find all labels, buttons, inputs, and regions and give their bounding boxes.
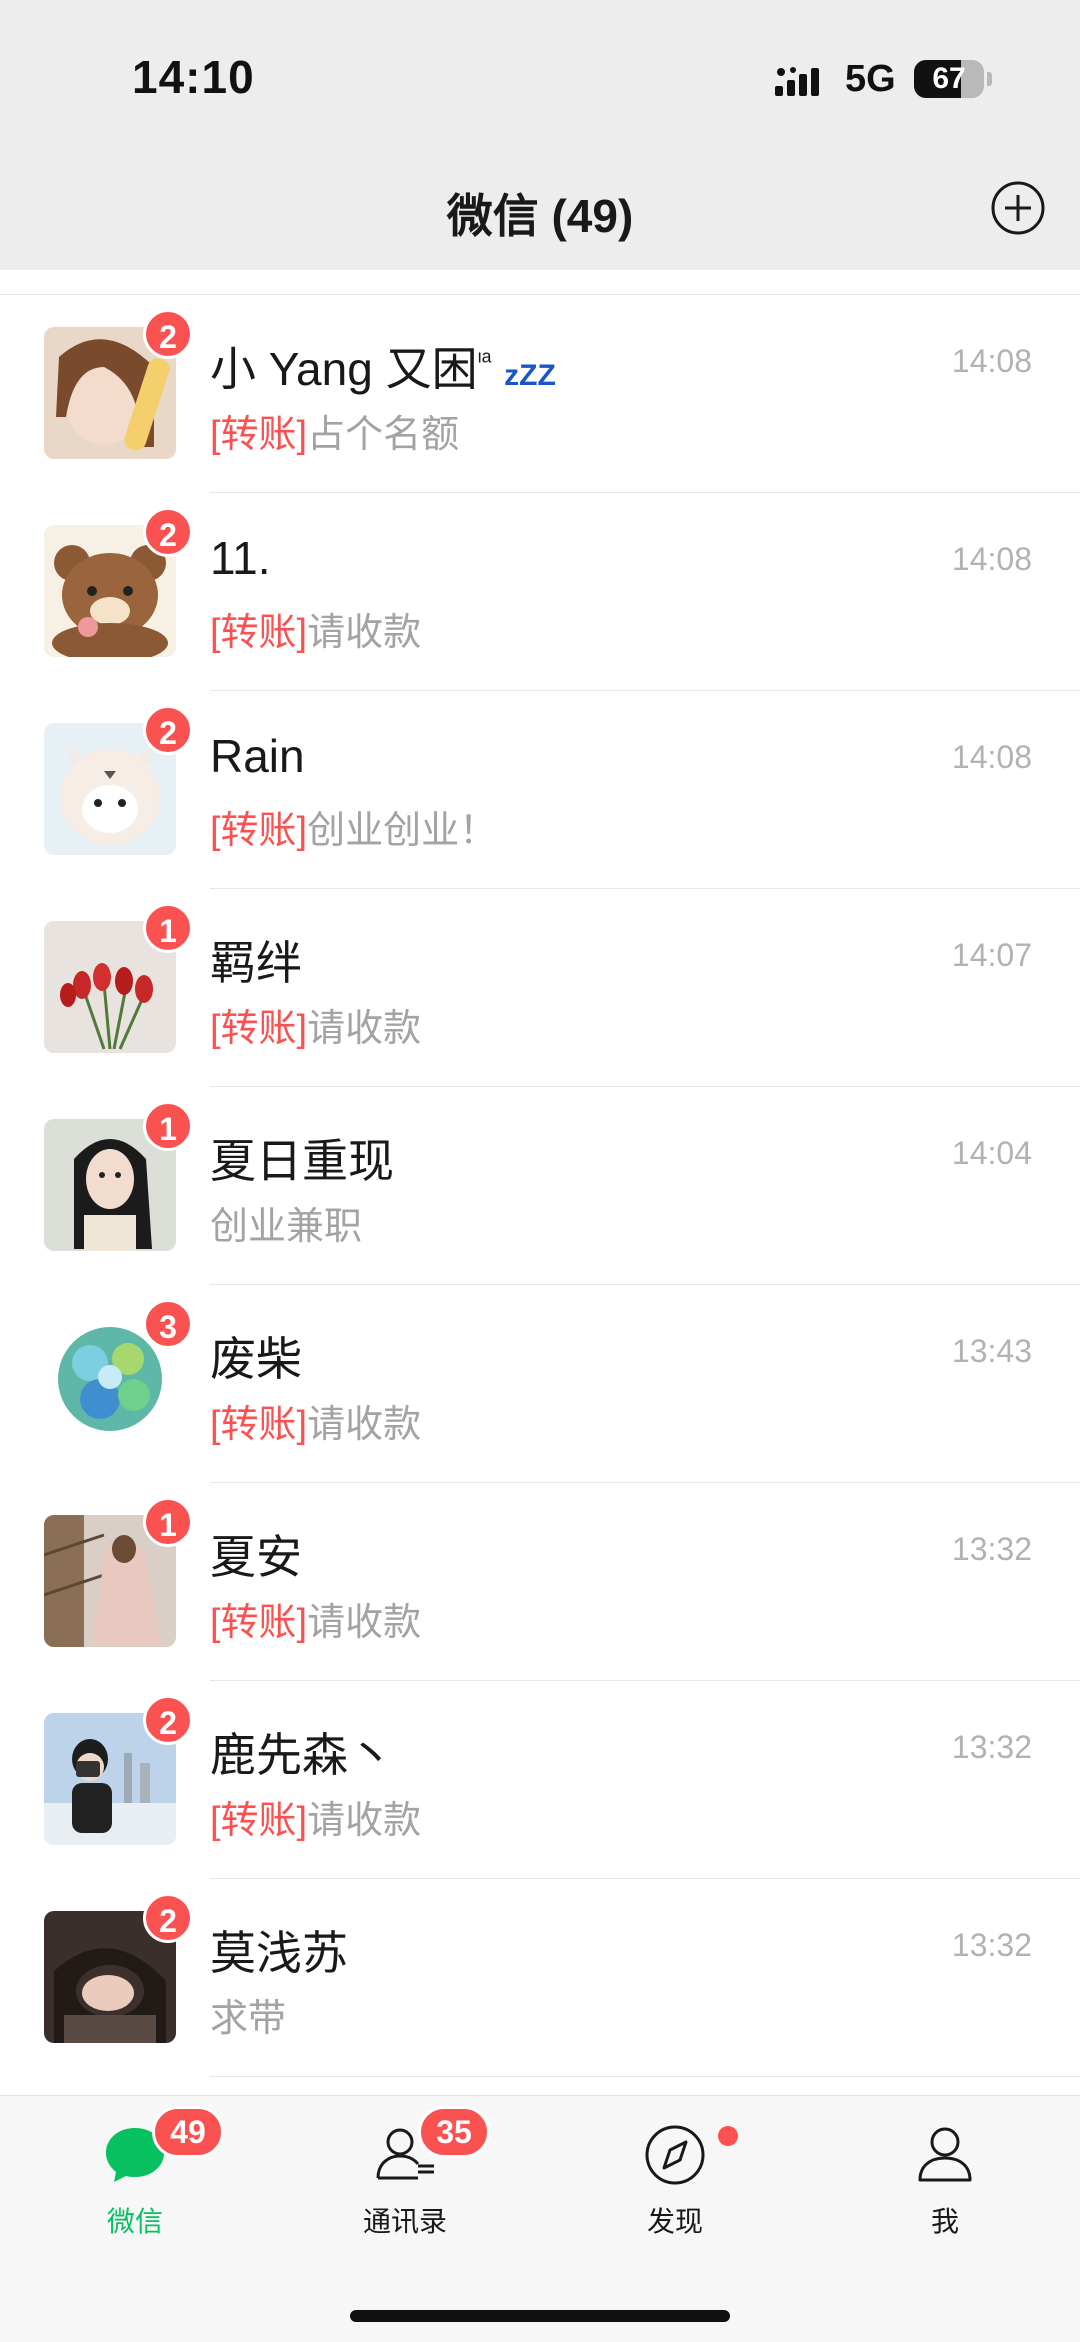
chat-time: 13:32 bbox=[951, 1531, 1032, 1567]
unread-badge: 1 bbox=[143, 1497, 193, 1547]
chat-row[interactable]: 2 莫浅苏 13:32 求带 bbox=[0, 1879, 1080, 2077]
chat-time: 14:07 bbox=[951, 937, 1032, 973]
chat-time: 13:32 bbox=[951, 1927, 1032, 1963]
unread-badge: 1 bbox=[143, 903, 193, 953]
tab-label: 我 bbox=[930, 2206, 959, 2237]
battery-icon: 67 bbox=[914, 60, 984, 98]
preview-text: 创业创业！ bbox=[307, 810, 498, 852]
chat-time: 14:08 bbox=[951, 739, 1032, 775]
divider bbox=[210, 2076, 1080, 2077]
unread-badge: 2 bbox=[143, 705, 193, 755]
tab-me[interactable]: 我 bbox=[810, 2096, 1080, 2266]
chat-list[interactable]: 2 小 Yang 又困ᶦᵃ zZZ 14:08 [转账]占个名额 2 11. 1… bbox=[0, 270, 1080, 2095]
page-title: 微信 (49) bbox=[446, 190, 634, 242]
preview-text: 求带 bbox=[210, 1998, 287, 2040]
preview-text: 占个名额 bbox=[307, 414, 460, 456]
chat-preview: [转账]占个名额 bbox=[210, 403, 459, 458]
status-time: 14:10 bbox=[132, 51, 255, 103]
cellular-signal-icon bbox=[775, 67, 819, 96]
preview-text: 请收款 bbox=[307, 612, 422, 654]
transfer-tag: [转账] bbox=[210, 1602, 308, 1644]
chat-row[interactable]: 1 夏安 13:32 [转账]请收款 bbox=[0, 1483, 1080, 1681]
chat-name: 夏安 bbox=[210, 1531, 302, 1583]
network-type: 5G bbox=[845, 58, 896, 100]
preview-text: 请收款 bbox=[307, 1404, 422, 1446]
chat-row[interactable]: 2 小 Yang 又困ᶦᵃ zZZ 14:08 [转账]占个名额 bbox=[0, 295, 1080, 493]
unread-badge: 2 bbox=[143, 1893, 193, 1943]
status-bar: 14:10 5G 67 bbox=[0, 0, 1080, 150]
battery-level: 67 bbox=[932, 62, 966, 95]
preview-text: 请收款 bbox=[307, 1602, 422, 1644]
chat-name: 11. bbox=[210, 532, 271, 584]
chat-name: 莫浅苏 bbox=[210, 1927, 348, 1979]
unread-badge: 2 bbox=[143, 507, 193, 557]
unread-badge: 2 bbox=[143, 309, 193, 359]
tab-badge: 49 bbox=[152, 2106, 224, 2158]
compass-icon bbox=[645, 2125, 705, 2185]
tab-label: 通讯录 bbox=[362, 2206, 447, 2237]
nav-bar: 微信 (49) bbox=[0, 150, 1080, 270]
tab-label: 发现 bbox=[646, 2206, 703, 2237]
chat-time: 14:04 bbox=[951, 1135, 1032, 1171]
chat-name: 鹿先森丶 bbox=[210, 1729, 394, 1781]
plus-circle-icon[interactable] bbox=[990, 180, 1046, 236]
chat-time: 13:43 bbox=[951, 1333, 1032, 1369]
chat-name: 夏日重现 bbox=[210, 1135, 394, 1187]
chat-row[interactable]: 2 11. 14:08 [转账]请收款 bbox=[0, 493, 1080, 691]
chat-row[interactable]: 3 废柴 13:43 [转账]请收款 bbox=[0, 1285, 1080, 1483]
transfer-tag: [转账] bbox=[210, 1008, 308, 1050]
tab-discover[interactable]: 发现 bbox=[540, 2096, 810, 2266]
chat-preview: [转账]请收款 bbox=[210, 601, 421, 656]
chat-time: 14:08 bbox=[951, 541, 1032, 577]
chat-preview: [转账]请收款 bbox=[210, 1789, 421, 1844]
chat-name: 小 Yang 又困ᶦᵃ zZZ bbox=[210, 333, 556, 399]
transfer-tag: [转账] bbox=[210, 1800, 308, 1842]
preview-text: 请收款 bbox=[307, 1008, 422, 1050]
sleep-icon: zZZ bbox=[504, 359, 556, 392]
chat-time: 13:32 bbox=[951, 1729, 1032, 1765]
chat-preview: [转账]请收款 bbox=[210, 1393, 421, 1448]
name-suffix: ᶦᵃ bbox=[477, 344, 492, 375]
transfer-tag: [转账] bbox=[210, 414, 308, 456]
chat-preview: [转账]请收款 bbox=[210, 997, 421, 1052]
tab-badge: 35 bbox=[418, 2106, 490, 2158]
unread-badge: 3 bbox=[143, 1299, 193, 1349]
tab-label: 微信 bbox=[106, 2206, 163, 2237]
chat-row[interactable]: 2 鹿先森丶 13:32 [转账]请收款 bbox=[0, 1681, 1080, 1879]
chat-preview: 创业兼职 bbox=[210, 1195, 362, 1250]
transfer-tag: [转账] bbox=[210, 1404, 308, 1446]
transfer-tag: [转账] bbox=[210, 612, 308, 654]
chat-name: Rain bbox=[210, 730, 305, 782]
chat-row[interactable]: 1 羁绊 14:07 [转账]请收款 bbox=[0, 889, 1080, 1087]
notification-dot bbox=[718, 2126, 738, 2146]
tab-chats[interactable]: 49 微信 bbox=[0, 2096, 270, 2266]
unread-badge: 2 bbox=[143, 1695, 193, 1745]
chat-preview: [转账]请收款 bbox=[210, 1591, 421, 1646]
preview-text: 请收款 bbox=[307, 1800, 422, 1842]
person-icon bbox=[918, 2127, 972, 2182]
chat-name-text: 小 Yang 又困 bbox=[210, 343, 478, 395]
chat-preview: 求带 bbox=[210, 1987, 286, 2042]
battery-tip bbox=[987, 72, 992, 86]
chat-row[interactable]: 2 Rain 14:08 [转账]创业创业！ bbox=[0, 691, 1080, 889]
chat-name: 废柴 bbox=[210, 1333, 302, 1385]
transfer-tag: [转账] bbox=[210, 810, 308, 852]
chat-name: 羁绊 bbox=[210, 937, 302, 989]
chat-time: 14:08 bbox=[951, 343, 1032, 379]
preview-text: 创业兼职 bbox=[210, 1206, 363, 1248]
chat-row[interactable]: 1 夏日重现 14:04 创业兼职 bbox=[0, 1087, 1080, 1285]
tab-contacts[interactable]: 35 通讯录 bbox=[270, 2096, 540, 2266]
unread-badge: 1 bbox=[143, 1101, 193, 1151]
chat-preview: [转账]创业创业！ bbox=[210, 799, 497, 854]
home-indicator[interactable] bbox=[350, 2310, 730, 2322]
tab-bar: 49 微信 35 通讯录 发现 我 bbox=[0, 2095, 1080, 2342]
